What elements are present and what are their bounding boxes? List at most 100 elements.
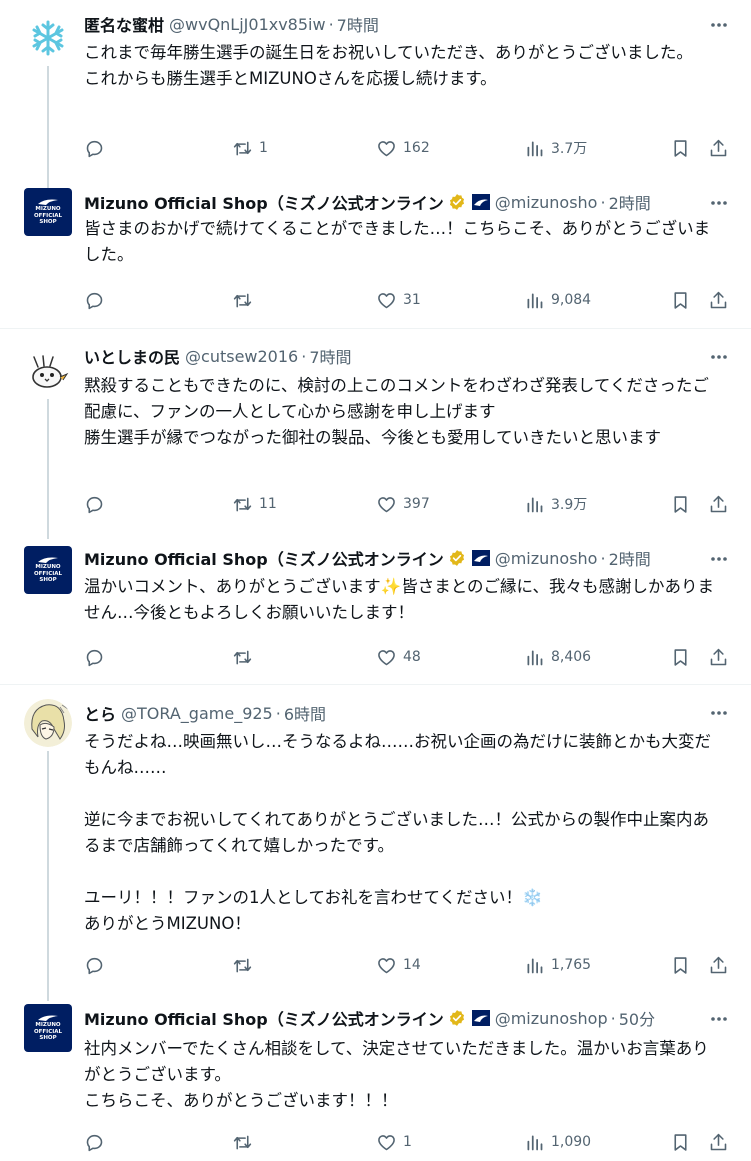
reply-button[interactable]	[84, 286, 111, 314]
view-count: 3.9万	[551, 497, 588, 513]
more-options-icon[interactable]	[709, 703, 729, 723]
handle[interactable]: @mizunosho	[495, 193, 598, 212]
handle[interactable]: @cutsew2016	[185, 347, 298, 366]
heart-icon	[378, 496, 395, 512]
tweet-text: 皆さまのおかげで続けてくることができました…！こちらこそ、ありがとうございました…	[84, 219, 711, 264]
share-icon	[710, 291, 727, 308]
retweet-button[interactable]	[232, 1128, 259, 1156]
handle[interactable]: @TORA_game_925	[121, 704, 273, 723]
reply-button[interactable]	[84, 643, 111, 671]
avatar-anime[interactable]	[24, 699, 72, 747]
share-button[interactable]	[708, 1128, 729, 1156]
bookmark-button[interactable]	[670, 643, 691, 671]
share-button[interactable]	[708, 134, 729, 162]
bookmark-button[interactable]	[670, 134, 691, 162]
heart-icon	[378, 957, 395, 973]
share-button[interactable]	[708, 951, 729, 979]
retweet-button[interactable]: 11	[232, 490, 277, 518]
bookmark-button[interactable]	[670, 951, 691, 979]
tweet-actions: 1 1,090	[84, 1128, 727, 1156]
avatar-mizuno[interactable]: MIZUNO OFFICIAL SHOP	[24, 188, 72, 236]
share-icon	[710, 495, 727, 512]
views-button[interactable]: 8,406	[524, 643, 591, 671]
timestamp[interactable]: 6時間	[284, 701, 326, 725]
more-options-icon[interactable]	[709, 1009, 729, 1029]
tweet-1: 匿名な蜜柑 @wvQnLjJ01xv85iw · 7時間 これまで毎年勝生選手の…	[0, 0, 751, 188]
tweet-4: MIZUNO OFFICIAL SHOP Mizuno Official Sho…	[0, 532, 751, 684]
tweet-header: Mizuno Official Shop（ミズノ公式オンライン @mizunos…	[84, 190, 715, 214]
timestamp[interactable]: 7時間	[337, 12, 379, 36]
bookmark-button[interactable]	[670, 490, 691, 518]
heart-icon	[378, 1134, 395, 1150]
tweet-actions: 1 162 3.7万	[84, 134, 727, 162]
share-icon	[710, 956, 727, 973]
retweet-icon	[233, 293, 252, 307]
tweet-actions: 48 8,406	[84, 643, 727, 671]
display-name[interactable]: Mizuno Official Shop（ミズノ公式オンライン	[84, 1006, 444, 1030]
timestamp[interactable]: 7時間	[309, 344, 351, 368]
more-options-icon[interactable]	[709, 347, 729, 367]
heart-icon	[378, 292, 395, 308]
avatar-snowflake[interactable]	[24, 14, 72, 62]
timestamp[interactable]: 2時間	[609, 190, 651, 214]
like-count: 31	[403, 292, 421, 308]
share-button[interactable]	[708, 286, 729, 314]
analytics-icon	[527, 958, 543, 973]
analytics-icon	[527, 497, 543, 512]
handle[interactable]: @wvQnLjJ01xv85iw	[169, 15, 326, 34]
bookmark-button[interactable]	[670, 286, 691, 314]
like-button[interactable]: 48	[376, 643, 421, 671]
tweet-actions: 14 1,765	[84, 951, 727, 979]
timestamp[interactable]: 50分	[619, 1006, 655, 1030]
bookmark-button[interactable]	[670, 1128, 691, 1156]
like-count: 48	[403, 649, 421, 665]
retweet-button[interactable]: 1	[232, 134, 268, 162]
display-name[interactable]: Mizuno Official Shop（ミズノ公式オンライン	[84, 546, 444, 570]
views-button[interactable]: 3.9万	[524, 490, 587, 518]
avatar-mizuno[interactable]: MIZUNO OFFICIAL SHOP	[24, 1004, 72, 1052]
like-button[interactable]: 14	[376, 951, 421, 979]
like-count: 14	[403, 957, 421, 973]
views-button[interactable]: 1,090	[524, 1128, 591, 1156]
timestamp[interactable]: 2時間	[609, 546, 651, 570]
more-options-icon[interactable]	[709, 549, 729, 569]
views-button[interactable]: 3.7万	[524, 134, 587, 162]
tweet-header: Mizuno Official Shop（ミズノ公式オンライン @mizunos…	[84, 1006, 715, 1030]
display-name[interactable]: Mizuno Official Shop（ミズノ公式オンライン	[84, 190, 444, 214]
like-button[interactable]: 162	[376, 134, 430, 162]
more-options-icon[interactable]	[709, 193, 729, 213]
share-button[interactable]	[708, 643, 729, 671]
retweet-button[interactable]	[232, 951, 259, 979]
handle[interactable]: @mizunoshop	[495, 1009, 608, 1028]
reply-button[interactable]	[84, 951, 111, 979]
like-count: 397	[403, 496, 430, 512]
display-name[interactable]: とら	[84, 701, 116, 725]
avatar-bird[interactable]	[24, 347, 72, 395]
retweet-button[interactable]	[232, 643, 259, 671]
more-options-icon[interactable]	[709, 15, 729, 35]
views-button[interactable]: 9,084	[524, 286, 591, 314]
mizuno-logo-text-3: SHOP	[39, 577, 57, 584]
like-button[interactable]: 31	[376, 286, 421, 314]
display-name[interactable]: いとしまの民	[84, 344, 180, 368]
analytics-icon	[527, 141, 543, 156]
mizuno-affiliate-icon	[471, 194, 490, 210]
display-name[interactable]: 匿名な蜜柑	[84, 12, 164, 36]
like-count: 1	[403, 1134, 412, 1150]
share-button[interactable]	[708, 490, 729, 518]
analytics-icon	[527, 650, 543, 665]
verified-gold-icon	[449, 1010, 464, 1026]
handle[interactable]: @mizunosho	[495, 549, 598, 568]
avatar-mizuno[interactable]: MIZUNO OFFICIAL SHOP	[24, 546, 72, 594]
reply-button[interactable]	[84, 134, 111, 162]
like-button[interactable]: 397	[376, 490, 430, 518]
reply-button[interactable]	[84, 1128, 111, 1156]
reply-icon	[86, 1134, 103, 1151]
view-count: 1,090	[551, 1134, 592, 1150]
views-button[interactable]: 1,765	[524, 951, 591, 979]
separator-dot: ·	[610, 1008, 616, 1028]
reply-button[interactable]	[84, 490, 111, 518]
view-count: 9,084	[551, 292, 592, 308]
like-button[interactable]: 1	[376, 1128, 412, 1156]
retweet-button[interactable]	[232, 286, 259, 314]
